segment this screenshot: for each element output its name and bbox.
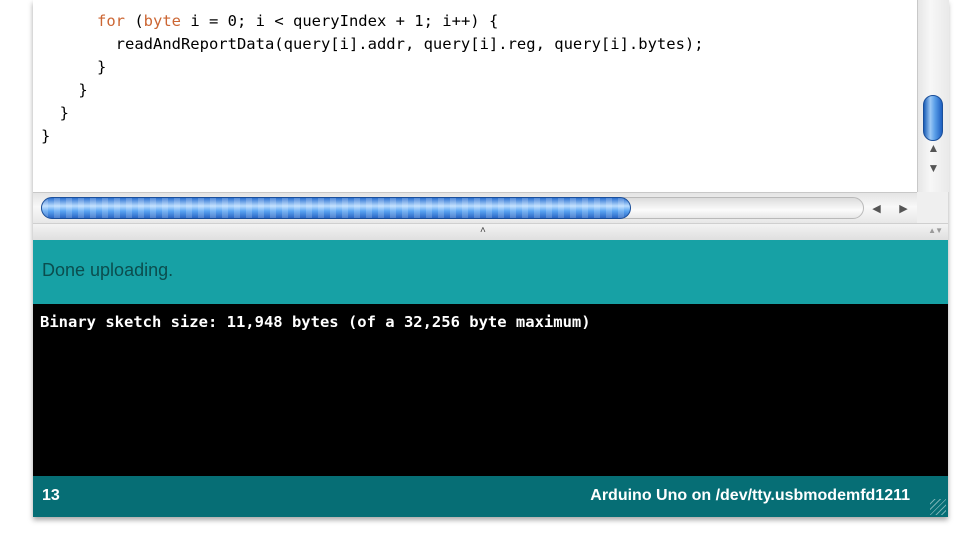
arduino-ide-window: for (byte i = 0; i < queryIndex + 1; i++… — [33, 0, 949, 517]
code-line: } — [97, 58, 107, 76]
line-number: 13 — [42, 487, 60, 504]
code-line: for (byte i = 0; i < queryIndex + 1; i++… — [97, 12, 499, 30]
code-line: } — [78, 81, 88, 99]
board-port-label: Arduino Uno on /dev/tty.usbmodemfd1211 — [590, 487, 910, 504]
status-bar: Done uploading. — [33, 240, 948, 304]
vertical-scroll-thumb[interactable] — [923, 95, 943, 141]
horizontal-scroll-thumb[interactable] — [41, 197, 631, 219]
vertical-scroll-arrows: ▲ ▼ — [918, 138, 949, 192]
scrollbar-corner — [917, 192, 948, 223]
split-pane-divider[interactable]: ˄ ▲▼ — [33, 223, 948, 241]
code-text[interactable]: for (byte i = 0; i < queryIndex + 1; i++… — [41, 10, 704, 148]
horizontal-scrollbar[interactable]: ◀ ▶ — [33, 192, 917, 224]
console-output[interactable]: Binary sketch size: 11,948 bytes (of a 3… — [33, 304, 948, 476]
code-line: } — [41, 127, 51, 145]
footer-bar: 13 Arduino Uno on /dev/tty.usbmodemfd121… — [33, 476, 948, 517]
code-editor[interactable]: for (byte i = 0; i < queryIndex + 1; i++… — [33, 0, 917, 192]
scroll-right-arrow-icon[interactable]: ▶ — [890, 199, 917, 219]
collapse-arrows-icon[interactable]: ▲▼ — [928, 226, 943, 235]
scroll-down-arrow-icon[interactable]: ▼ — [918, 158, 949, 178]
divider-grip-icon[interactable]: ˄ — [480, 225, 486, 236]
vertical-scrollbar[interactable]: ▲ ▼ — [917, 0, 949, 192]
scroll-up-arrow-icon[interactable]: ▲ — [918, 138, 949, 158]
resize-handle-icon[interactable] — [930, 499, 946, 515]
console-text: Binary sketch size: 11,948 bytes (of a 3… — [40, 313, 591, 331]
code-line: readAndReportData(query[i].addr, query[i… — [115, 35, 704, 53]
status-message: Done uploading. — [42, 260, 174, 280]
horizontal-scroll-arrows: ◀ ▶ — [863, 199, 917, 219]
scroll-left-arrow-icon[interactable]: ◀ — [863, 199, 890, 219]
code-line: } — [59, 104, 70, 122]
